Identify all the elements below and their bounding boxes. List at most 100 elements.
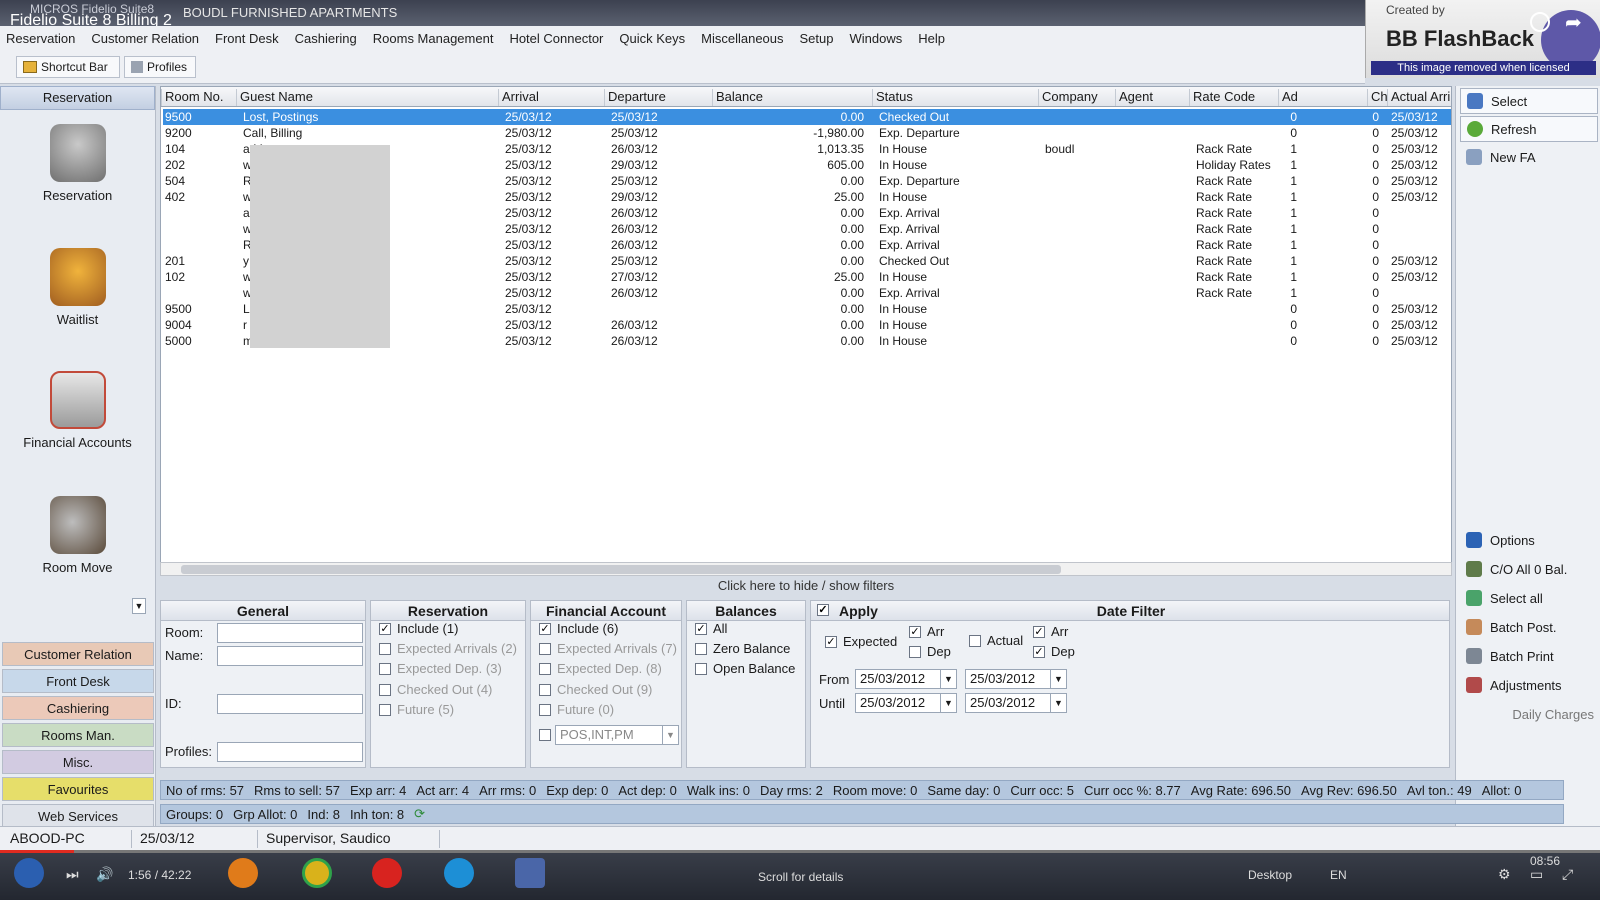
nav-category-customer-relation[interactable]: Customer Relation	[2, 642, 154, 666]
col-guest-name[interactable]: Guest Name	[236, 89, 498, 106]
fa-type-select[interactable]: POS,INT,PM ▼	[555, 725, 679, 745]
col-departure[interactable]: Departure	[604, 89, 712, 106]
fa-include-checkbox[interactable]: ✓	[539, 623, 551, 635]
until-date-1[interactable]: 25/03/2012 ▼	[855, 693, 957, 713]
res-expected-arrivals-checkbox[interactable]	[379, 643, 391, 655]
profiles-input[interactable]	[217, 742, 363, 762]
watch-later-icon[interactable]	[1530, 12, 1550, 32]
actual-checkbox[interactable]	[969, 635, 981, 647]
scroll-for-details[interactable]: Scroll for details	[758, 870, 843, 884]
nav-category-misc[interactable]: Misc.	[2, 750, 154, 774]
balance-open-checkbox[interactable]	[695, 663, 707, 675]
fa-future-checkbox[interactable]	[539, 704, 551, 716]
profiles-button[interactable]: Profiles	[124, 56, 196, 78]
nav-waitlist[interactable]: Waitlist	[0, 248, 155, 327]
res-include-checkbox[interactable]: ✓	[379, 623, 391, 635]
select-button[interactable]: Select	[1460, 88, 1598, 114]
checkout-all-zero-button[interactable]: C/O All 0 Bal.	[1460, 556, 1598, 582]
volume-icon[interactable]: 🔊	[96, 866, 113, 883]
daily-charges-button[interactable]: Daily Charges	[1460, 701, 1598, 727]
nav-category-rooms-man[interactable]: Rooms Man.	[2, 723, 154, 747]
video-progress-bar[interactable]	[0, 850, 1600, 853]
nav-category-web-services[interactable]: Web Services	[2, 804, 154, 828]
nav-category-favourites[interactable]: Favourites	[2, 777, 154, 801]
nav-scroll-down-icon[interactable]: ▼	[132, 598, 146, 614]
menu-front-desk[interactable]: Front Desk	[215, 31, 279, 46]
col-company[interactable]: Company	[1038, 89, 1115, 106]
until-date-2[interactable]: 25/03/2012 ▼	[965, 693, 1067, 713]
table-cell: In House	[879, 158, 928, 172]
table-row[interactable]: 9200 Call, Billing 25/03/12 25/03/12 -1,980.…	[163, 125, 1451, 141]
col-room-no[interactable]: Room No.	[161, 89, 236, 106]
nav-category-front-desk[interactable]: Front Desk	[2, 669, 154, 693]
fa-expected-arrivals-checkbox[interactable]	[539, 643, 551, 655]
menu-rooms-management[interactable]: Rooms Management	[373, 31, 494, 46]
menu-hotel-connector[interactable]: Hotel Connector	[509, 31, 603, 46]
nav-financial-accounts[interactable]: Financial Accounts	[0, 371, 155, 450]
grid-horizontal-scrollbar[interactable]	[160, 562, 1452, 576]
nav-category-cashiering[interactable]: Cashiering	[2, 696, 154, 720]
balance-all-checkbox[interactable]: ✓	[695, 623, 707, 635]
res-future-checkbox[interactable]	[379, 704, 391, 716]
menu-cashiering[interactable]: Cashiering	[295, 31, 357, 46]
skype-icon[interactable]	[444, 858, 474, 888]
res-checked-out-checkbox[interactable]	[379, 684, 391, 696]
new-fa-button[interactable]: New FA	[1460, 144, 1598, 170]
expected-checkbox[interactable]: ✓	[825, 636, 837, 648]
fa-type-checkbox[interactable]	[539, 729, 551, 741]
actual-arr-checkbox[interactable]: ✓	[1033, 626, 1045, 638]
balance-zero-checkbox[interactable]	[695, 643, 707, 655]
actual-dep-checkbox[interactable]: ✓	[1033, 646, 1045, 658]
id-input[interactable]	[217, 694, 363, 714]
refresh-button[interactable]: Refresh	[1460, 116, 1598, 142]
nav-room-move[interactable]: Room Move	[0, 496, 155, 575]
chrome-icon[interactable]	[302, 858, 332, 888]
expected-dep-checkbox[interactable]	[909, 646, 921, 658]
play-icon[interactable]	[14, 858, 44, 888]
next-icon[interactable]: ⏭	[66, 866, 79, 883]
fidelio-taskbar-icon[interactable]	[515, 858, 545, 888]
name-input[interactable]	[217, 646, 363, 666]
menu-help[interactable]: Help	[918, 31, 945, 46]
desktop-label[interactable]: Desktop	[1248, 868, 1292, 882]
adjustments-button[interactable]: Adjustments	[1460, 672, 1598, 698]
room-input[interactable]	[217, 623, 363, 643]
menu-quick-keys[interactable]: Quick Keys	[619, 31, 685, 46]
batch-print-button[interactable]: Batch Print	[1460, 643, 1598, 669]
shortcut-bar-button[interactable]: Shortcut Bar	[16, 56, 120, 78]
col-arrival[interactable]: Arrival	[498, 89, 604, 106]
menu-reservation[interactable]: Reservation	[6, 31, 75, 46]
col-balance[interactable]: Balance	[712, 89, 872, 106]
menu-customer-relation[interactable]: Customer Relation	[91, 31, 199, 46]
select-all-button[interactable]: Select all	[1460, 585, 1598, 611]
media-player-icon[interactable]	[228, 858, 258, 888]
refresh-stats-icon[interactable]: ⟳	[414, 806, 425, 822]
cast-icon[interactable]: ▭	[1530, 866, 1543, 883]
col-agent[interactable]: Agent	[1115, 89, 1189, 106]
col-rate-code[interactable]: Rate Code	[1189, 89, 1278, 106]
table-row[interactable]: 9500 Lost, Postings 25/03/12 25/03/12 0.00 Ch…	[163, 109, 1451, 125]
language-indicator[interactable]: EN	[1330, 868, 1347, 882]
nav-reservation[interactable]: Reservation	[0, 124, 155, 203]
col-adults[interactable]: Ad	[1278, 89, 1367, 106]
res-expected-dep-checkbox[interactable]	[379, 663, 391, 675]
col-actual-arrival[interactable]: Actual Arri	[1387, 89, 1451, 106]
menu-setup[interactable]: Setup	[800, 31, 834, 46]
from-date-2[interactable]: 25/03/2012 ▼	[965, 669, 1067, 689]
options-button[interactable]: Options	[1460, 527, 1598, 553]
col-status[interactable]: Status	[872, 89, 1038, 106]
scrollbar-thumb[interactable]	[181, 565, 1061, 574]
expected-arr-checkbox[interactable]: ✓	[909, 626, 921, 638]
settings-icon[interactable]: ⚙	[1498, 866, 1511, 883]
from-date-1[interactable]: 25/03/2012 ▼	[855, 669, 957, 689]
opera-icon[interactable]	[372, 858, 402, 888]
share-icon[interactable]: ➦	[1565, 10, 1582, 35]
filter-toggle-link[interactable]: Click here to hide / show filters	[160, 578, 1452, 596]
menu-miscellaneous[interactable]: Miscellaneous	[701, 31, 783, 46]
fullscreen-icon[interactable]: ⤢	[1562, 866, 1573, 883]
batch-post-button[interactable]: Batch Post.	[1460, 614, 1598, 640]
col-children[interactable]: Ch	[1367, 89, 1388, 106]
fa-checked-out-checkbox[interactable]	[539, 684, 551, 696]
menu-windows[interactable]: Windows	[850, 31, 903, 46]
fa-expected-dep-checkbox[interactable]	[539, 663, 551, 675]
